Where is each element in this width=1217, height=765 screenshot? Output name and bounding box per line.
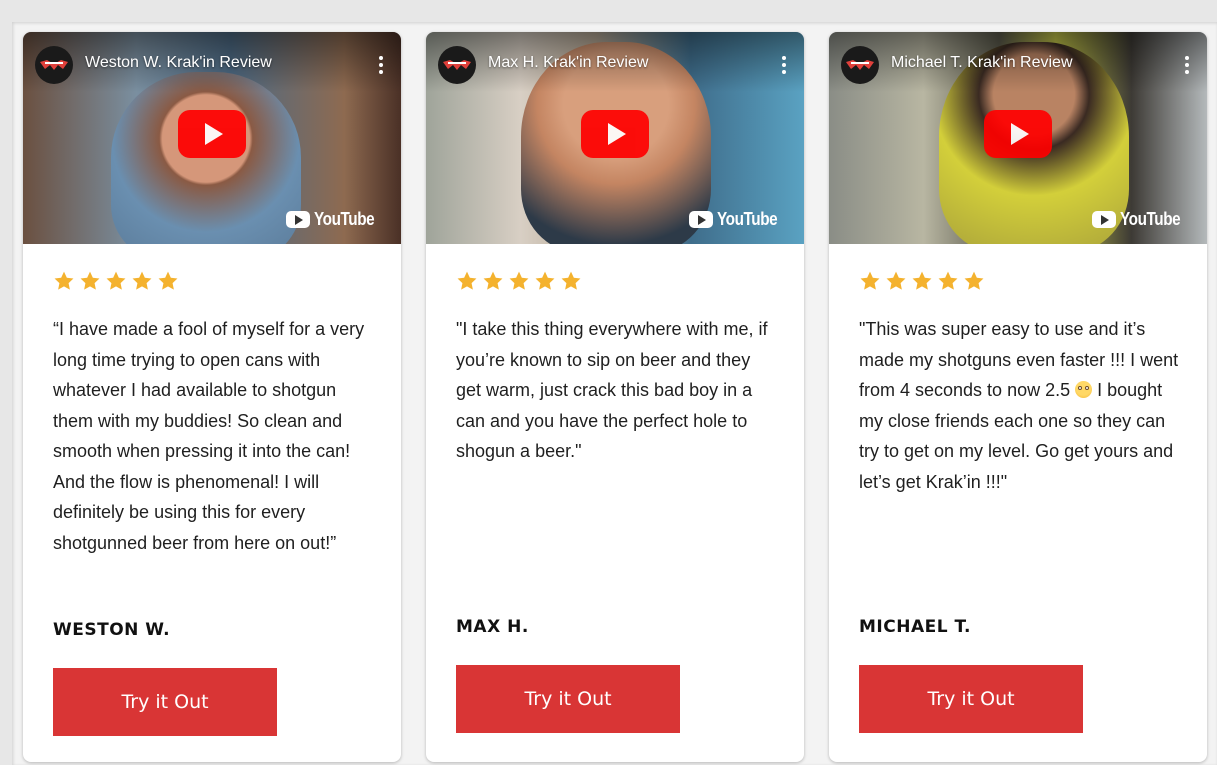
review-card: Max H. Krak'in Review YouTube "I take th… bbox=[426, 32, 804, 762]
video-embed[interactable]: Michael T. Krak'in Review YouTube bbox=[829, 32, 1207, 244]
try-it-out-button[interactable]: Try it Out bbox=[859, 665, 1083, 733]
star-icon bbox=[912, 271, 932, 290]
reviewer-name: MICHAEL T. bbox=[859, 617, 971, 637]
star-icon bbox=[158, 271, 178, 290]
star-icon bbox=[132, 271, 152, 290]
star-rating bbox=[859, 270, 985, 292]
youtube-logo-icon bbox=[689, 211, 714, 228]
review-quote-text: "I take this thing everywhere with me, i… bbox=[456, 319, 768, 461]
video-thumbnail bbox=[111, 72, 301, 244]
more-vertical-icon[interactable] bbox=[1177, 52, 1197, 78]
channel-logo-icon bbox=[846, 60, 874, 70]
channel-avatar[interactable] bbox=[438, 46, 476, 84]
star-icon bbox=[938, 271, 958, 290]
play-icon[interactable] bbox=[984, 110, 1052, 158]
youtube-label: YouTube bbox=[314, 209, 375, 229]
star-rating bbox=[53, 270, 179, 292]
review-quote: "I take this thing everywhere with me, i… bbox=[456, 314, 778, 467]
youtube-watermark[interactable]: YouTube bbox=[689, 209, 788, 230]
review-quote: "This was super easy to use and it’s mad… bbox=[859, 314, 1181, 497]
channel-logo-icon bbox=[40, 60, 68, 70]
star-icon bbox=[54, 271, 74, 290]
youtube-logo-icon bbox=[1092, 211, 1117, 228]
testimonials-section: Weston W. Krak'in Review YouTube “I have… bbox=[0, 0, 1217, 765]
star-icon bbox=[535, 271, 555, 290]
cards-container: Weston W. Krak'in Review YouTube “I have… bbox=[12, 22, 1217, 765]
channel-logo-icon bbox=[443, 60, 471, 70]
star-icon bbox=[964, 271, 984, 290]
youtube-label: YouTube bbox=[717, 209, 778, 229]
more-vertical-icon[interactable] bbox=[774, 52, 794, 78]
star-icon bbox=[860, 271, 880, 290]
play-icon[interactable] bbox=[581, 110, 649, 158]
youtube-logo-icon bbox=[286, 211, 311, 228]
video-title[interactable]: Michael T. Krak'in Review bbox=[891, 54, 1073, 72]
youtube-label: YouTube bbox=[1120, 209, 1181, 229]
try-it-out-button[interactable]: Try it Out bbox=[456, 665, 680, 733]
star-icon bbox=[886, 271, 906, 290]
reviewer-name: MAX H. bbox=[456, 617, 529, 637]
more-vertical-icon[interactable] bbox=[371, 52, 391, 78]
youtube-watermark[interactable]: YouTube bbox=[1092, 209, 1191, 230]
video-embed[interactable]: Weston W. Krak'in Review YouTube bbox=[23, 32, 401, 244]
flushed-face-emoji bbox=[1075, 381, 1093, 398]
star-icon bbox=[483, 271, 503, 290]
reviewer-name: WESTON W. bbox=[53, 620, 171, 640]
video-title[interactable]: Max H. Krak'in Review bbox=[488, 54, 648, 72]
star-icon bbox=[509, 271, 529, 290]
video-title[interactable]: Weston W. Krak'in Review bbox=[85, 54, 272, 72]
try-it-out-button[interactable]: Try it Out bbox=[53, 668, 277, 736]
review-card: Michael T. Krak'in Review YouTube "This … bbox=[829, 32, 1207, 762]
channel-avatar[interactable] bbox=[841, 46, 879, 84]
star-icon bbox=[561, 271, 581, 290]
star-icon bbox=[457, 271, 477, 290]
review-quote: “I have made a fool of myself for a very… bbox=[53, 314, 375, 558]
channel-avatar[interactable] bbox=[35, 46, 73, 84]
play-icon[interactable] bbox=[178, 110, 246, 158]
review-quote-text: “I have made a fool of myself for a very… bbox=[53, 319, 365, 553]
star-rating bbox=[456, 270, 582, 292]
youtube-watermark[interactable]: YouTube bbox=[286, 209, 385, 230]
review-card: Weston W. Krak'in Review YouTube “I have… bbox=[23, 32, 401, 762]
star-icon bbox=[80, 271, 100, 290]
star-icon bbox=[106, 271, 126, 290]
video-embed[interactable]: Max H. Krak'in Review YouTube bbox=[426, 32, 804, 244]
